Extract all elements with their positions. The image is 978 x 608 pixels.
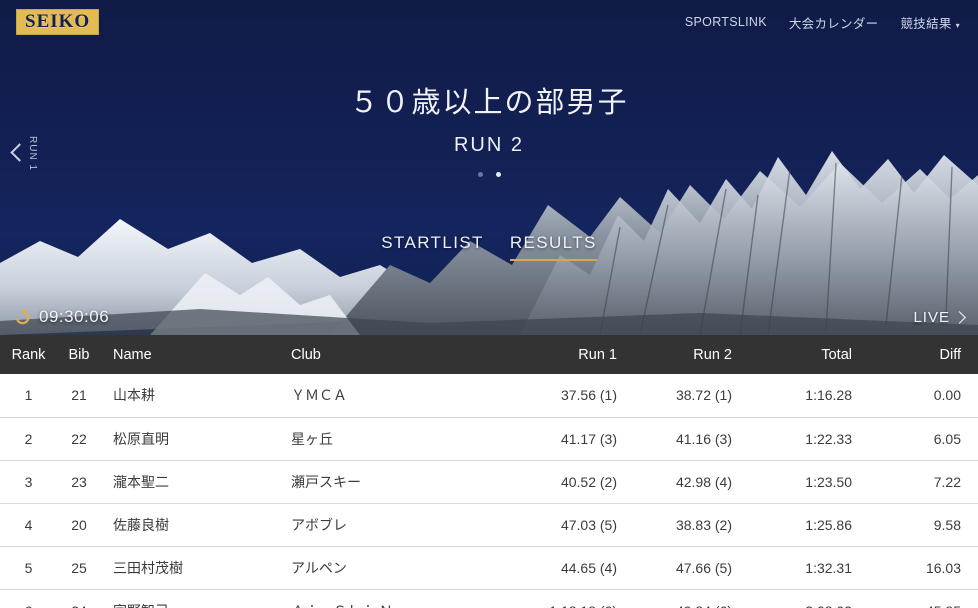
cell-name: 三田村茂樹 <box>113 559 183 576</box>
cell-bib: 25 <box>71 559 87 576</box>
live-link[interactable]: LIVE <box>913 308 966 326</box>
live-label: LIVE <box>913 308 950 326</box>
cell-run1: 37.56 (1) <box>560 387 617 404</box>
table-row[interactable]: 5 25 三田村茂樹 アルペン 44.65 (4) 47.66 (5) 1:32… <box>0 546 978 589</box>
column-header-diff[interactable]: Diff <box>861 335 978 374</box>
cell-rank: 2 <box>24 430 33 447</box>
column-header-club[interactable]: Club <box>291 335 496 374</box>
cell-diff: 7.22 <box>933 473 961 490</box>
cell-rank: 4 <box>24 516 33 533</box>
cell-run2: 41.16 (3) <box>675 430 732 447</box>
chevron-down-icon: ▾ <box>955 20 960 30</box>
main-nav: SPORTSLINK 大会カレンダー 競技結果 ▾ <box>685 13 960 32</box>
cell-rank: 3 <box>24 473 33 490</box>
cell-total: 1:23.50 <box>805 473 852 490</box>
cell-run1: 47.03 (5) <box>560 516 617 533</box>
table-row[interactable]: 4 20 佐藤良樹 アボブレ 47.03 (5) 38.83 (2) 1:25.… <box>0 503 978 546</box>
results-table: Rank Bib Name Club Run 1 Run 2 Total Dif… <box>0 335 978 608</box>
cell-club: ＹＭＣＡ <box>291 387 347 404</box>
cell-run1: 40.52 (2) <box>560 473 617 490</box>
cell-diff: 0.00 <box>933 387 961 404</box>
table-header-row: Rank Bib Name Club Run 1 Run 2 Total Dif… <box>0 335 978 374</box>
chevron-right-icon <box>953 310 966 324</box>
nav-item-calendar[interactable]: 大会カレンダー <box>789 13 879 32</box>
nav-item-sportslink[interactable]: SPORTSLINK <box>685 15 767 29</box>
table-row[interactable]: 1 21 山本耕 ＹＭＣＡ 37.56 (1) 38.72 (1) 1:16.2… <box>0 374 978 417</box>
cell-bib: 23 <box>71 473 87 490</box>
cell-diff: 9.58 <box>933 516 961 533</box>
cell-name: 佐藤良樹 <box>113 516 169 533</box>
refresh-icon <box>16 308 30 324</box>
cell-diff: 45.85 <box>861 589 978 608</box>
table-row[interactable]: 3 23 瀧本聖二 瀬戸スキー 40.52 (2) 42.98 (4) 1:23… <box>0 460 978 503</box>
top-navigation-bar: SEIKO SPORTSLINK 大会カレンダー 競技結果 ▾ <box>0 0 978 44</box>
cell-bib: 21 <box>71 387 87 404</box>
results-table-container: Rank Bib Name Club Run 1 Run 2 Total Dif… <box>0 335 978 608</box>
table-row[interactable]: 6 24 宮野智己 Ａｉ－Ｓｋｉ Ｎ 1:18.18 (6) 49.84 (6)… <box>0 589 978 608</box>
cell-run2: 38.83 (2) <box>675 516 732 533</box>
cell-total: 1:25.86 <box>805 516 852 533</box>
cell-run2: 49.84 (6) <box>626 589 741 608</box>
column-header-total[interactable]: Total <box>741 335 861 374</box>
page-title: ５０歳以上の部男子 <box>349 87 629 119</box>
cell-club: 星ヶ丘 <box>291 430 333 447</box>
cell-bib: 22 <box>71 430 87 447</box>
nav-item-results-label: 競技結果 <box>900 16 952 31</box>
nav-item-results[interactable]: 競技結果 ▾ <box>900 13 960 32</box>
cell-name: 瀧本聖二 <box>113 473 169 490</box>
hero-banner: SEIKO SPORTSLINK 大会カレンダー 競技結果 ▾ RUN 1 ５０歳… <box>0 0 978 335</box>
column-header-run1[interactable]: Run 1 <box>496 335 626 374</box>
column-header-bib[interactable]: Bib <box>57 335 101 374</box>
cell-club: 瀬戸スキー <box>291 473 361 490</box>
previous-run-button[interactable]: RUN 1 <box>8 136 47 171</box>
seiko-logo[interactable]: SEIKO <box>16 9 100 35</box>
column-header-run2[interactable]: Run 2 <box>626 335 741 374</box>
cell-total: 1:16.28 <box>805 387 852 404</box>
results-table-body: 1 21 山本耕 ＹＭＣＡ 37.56 (1) 38.72 (1) 1:16.2… <box>0 374 978 608</box>
cell-name: 松原直明 <box>113 430 169 447</box>
hero-tabs: STARTLIST RESULTS <box>0 233 978 261</box>
cell-name: 山本耕 <box>113 387 155 404</box>
column-header-rank[interactable]: Rank <box>0 335 57 374</box>
cell-club: アルペン <box>291 559 347 576</box>
table-row[interactable]: 2 22 松原直明 星ヶ丘 41.17 (3) 41.16 (3) 1:22.3… <box>0 417 978 460</box>
cell-run2: 47.66 (5) <box>675 559 732 576</box>
cell-rank: 6 <box>0 589 57 608</box>
cell-run1: 1:18.18 (6) <box>496 589 626 608</box>
cell-name: 宮野智己 <box>101 589 291 608</box>
cell-bib: 24 <box>57 589 101 608</box>
cell-total: 1:22.33 <box>805 430 852 447</box>
cell-total: 1:32.31 <box>805 559 852 576</box>
cell-run2: 38.72 (1) <box>675 387 732 404</box>
cell-diff: 16.03 <box>925 559 961 576</box>
results-table-head: Rank Bib Name Club Run 1 Run 2 Total Dif… <box>0 335 978 374</box>
carousel-dot-1[interactable] <box>477 171 483 177</box>
column-header-name[interactable]: Name <box>101 335 291 374</box>
chevron-left-icon <box>8 141 26 167</box>
cell-bib: 20 <box>71 516 87 533</box>
previous-run-label: RUN 1 <box>27 136 38 172</box>
carousel-dots <box>0 171 978 177</box>
cell-run1: 44.65 (4) <box>560 559 617 576</box>
page-subtitle: RUN 2 <box>453 133 524 156</box>
cell-run2: 42.98 (4) <box>675 473 732 490</box>
clock-time: 09:30:06 <box>39 307 110 326</box>
tab-results[interactable]: RESULTS <box>509 233 597 261</box>
cell-run1: 41.17 (3) <box>560 430 617 447</box>
hero-status-bar: 09:30:06 LIVE <box>0 303 978 331</box>
cell-rank: 5 <box>24 559 33 576</box>
tab-startlist[interactable]: STARTLIST <box>381 233 484 261</box>
refresh-clock[interactable]: 09:30:06 <box>14 307 109 327</box>
cell-rank: 1 <box>24 387 33 404</box>
cell-total: 2:08.02 <box>741 589 861 608</box>
cell-club: アボブレ <box>291 516 347 533</box>
cell-club: Ａｉ－Ｓｋｉ Ｎ <box>291 589 496 608</box>
cell-diff: 6.05 <box>933 430 961 447</box>
carousel-dot-2[interactable] <box>495 171 501 177</box>
